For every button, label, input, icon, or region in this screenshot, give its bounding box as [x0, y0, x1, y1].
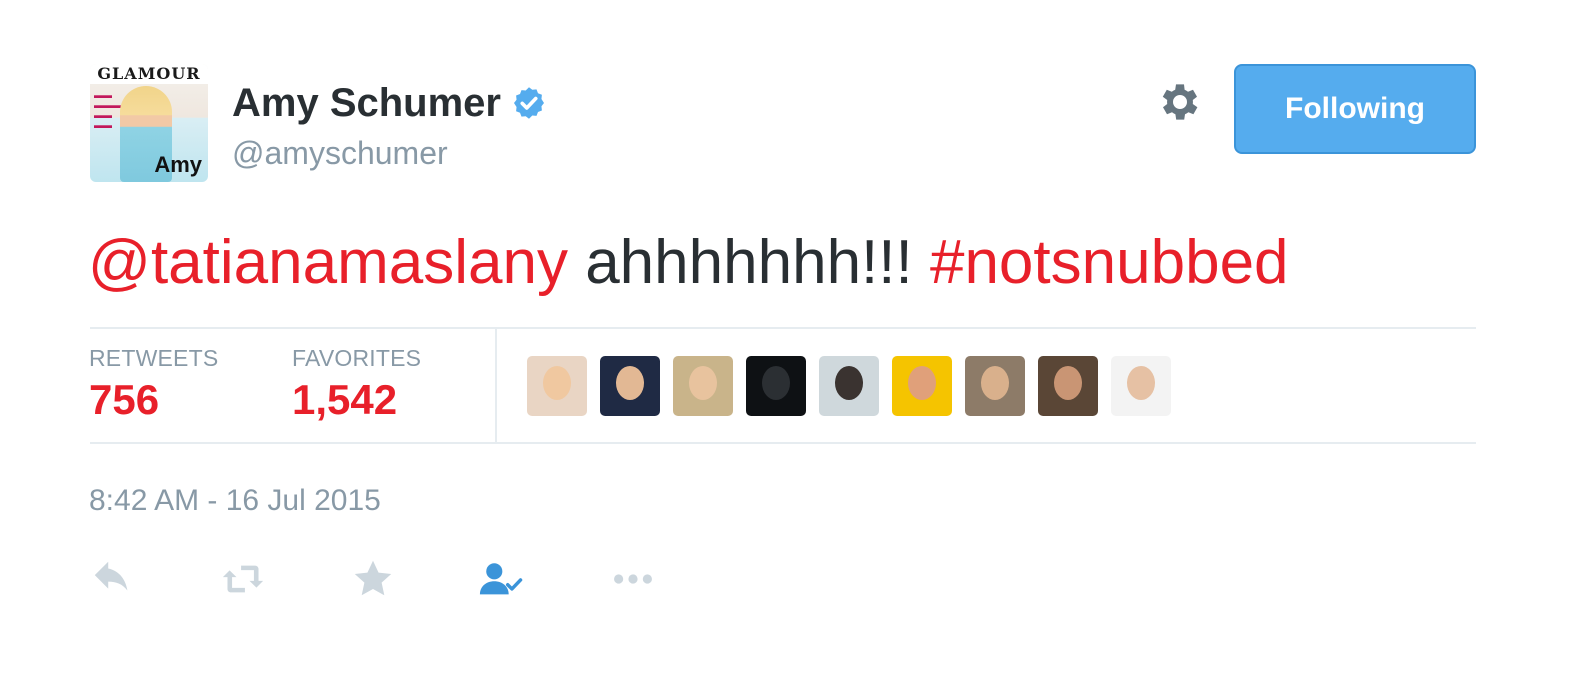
favorites-label: FAVORITES [292, 345, 422, 371]
favoriters-list [527, 356, 1171, 416]
avatar-name: Amy [154, 152, 202, 177]
star-icon[interactable] [350, 556, 396, 602]
tweet-timestamp[interactable]: 8:42 AM - 16 Jul 2015 [89, 482, 381, 520]
tweet-card: GLAMOUR ▬▬ ▬▬▬ ▬▬ ▬▬ Amy Amy Schumer @amysc… [0, 0, 1582, 682]
user-avatar-2[interactable] [600, 356, 660, 416]
tweet-body: ahhhhhhh!!! [585, 228, 913, 297]
more-icon[interactable] [610, 556, 656, 602]
user-avatar-6[interactable] [892, 356, 952, 416]
favorites-stat[interactable]: FAVORITES 1,542 [292, 344, 421, 428]
retweets-count: 756 [89, 376, 160, 423]
mention-link[interactable]: @tatianamaslany [88, 228, 568, 297]
user-avatar-8[interactable] [1038, 356, 1098, 416]
gear-icon[interactable] [1156, 78, 1204, 126]
tweet-text: @tatianamaslany ahhhhhhh!!! #notsnubbed [88, 225, 1289, 301]
retweets-stat[interactable]: RETWEETS 756 [89, 344, 218, 428]
user-avatar-3[interactable] [673, 356, 733, 416]
avatar-head [835, 366, 863, 400]
stats-bottom-divider [90, 442, 1476, 444]
user-avatar-7[interactable] [965, 356, 1025, 416]
avatar-head [689, 366, 717, 400]
author-display-name[interactable]: Amy Schumer [232, 80, 501, 126]
avatar-masthead: GLAMOUR [90, 64, 208, 84]
avatar-head [616, 366, 644, 400]
avatar-head [981, 366, 1009, 400]
user-avatar-9[interactable] [1111, 356, 1171, 416]
user-avatar-4[interactable] [746, 356, 806, 416]
avatar-cover-lines: ▬▬ ▬▬▬ ▬▬ ▬▬ [94, 90, 121, 130]
author-avatar[interactable]: GLAMOUR ▬▬ ▬▬▬ ▬▬ ▬▬ Amy [90, 64, 208, 182]
stats-top-divider [90, 327, 1476, 329]
author-handle[interactable]: @amyschumer [232, 133, 448, 173]
verified-badge-icon [513, 87, 544, 119]
stats-separator [495, 328, 497, 442]
avatar-head [1054, 366, 1082, 400]
favorites-count: 1,542 [292, 376, 398, 423]
retweet-icon[interactable] [220, 556, 266, 602]
retweets-label: RETWEETS [89, 345, 219, 371]
avatar-head [543, 366, 571, 400]
hashtag-link[interactable]: #notsnubbed [930, 228, 1289, 297]
avatar-head [908, 366, 936, 400]
author-name-row[interactable]: Amy Schumer [232, 80, 547, 126]
follow-user-icon[interactable] [478, 556, 524, 602]
user-avatar-5[interactable] [819, 356, 879, 416]
avatar-head [1127, 366, 1155, 400]
following-button[interactable]: Following [1234, 64, 1476, 154]
reply-icon[interactable] [90, 556, 136, 602]
user-avatar-1[interactable] [527, 356, 587, 416]
avatar-head [762, 366, 790, 400]
